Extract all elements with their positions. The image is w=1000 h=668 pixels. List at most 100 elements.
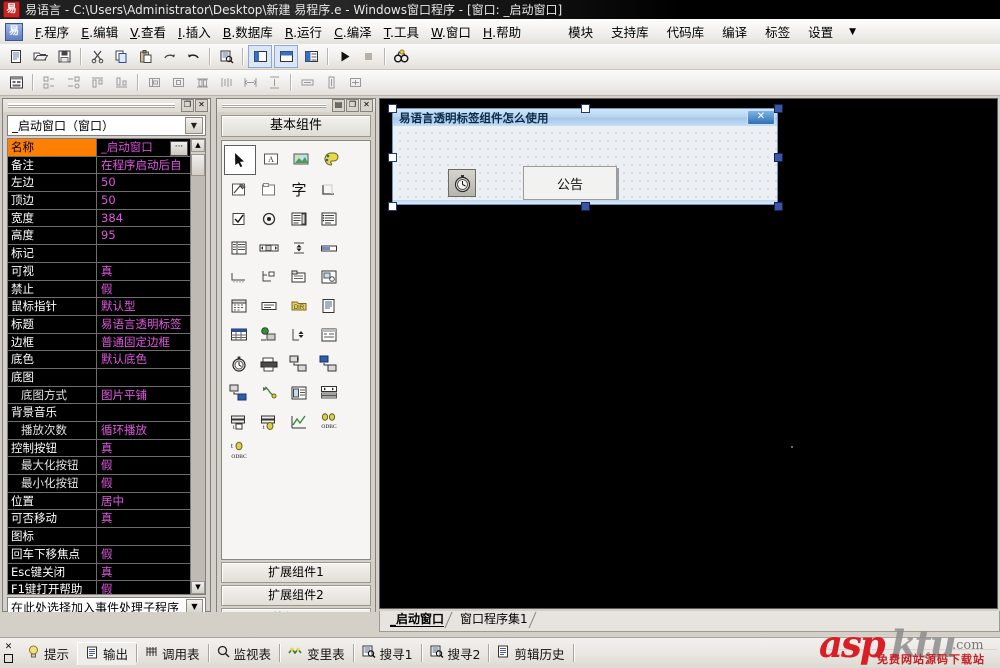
menu-bar-icon[interactable] [284, 321, 314, 349]
property-value[interactable] [97, 404, 190, 421]
property-value[interactable]: 真 [97, 440, 190, 457]
menu-item-tools[interactable]: T.工具 [378, 20, 425, 43]
property-row[interactable]: 顶边 50 [8, 192, 190, 210]
component-category-header[interactable]: 基本组件 [221, 115, 371, 137]
property-row[interactable]: F1键打开帮助假 [8, 581, 190, 594]
copy-icon[interactable] [110, 46, 132, 67]
tree-view-icon[interactable] [254, 263, 284, 291]
panel-grip[interactable] [8, 103, 175, 108]
maximize-icon[interactable]: ❐ [346, 99, 359, 112]
property-row[interactable]: 标记 [8, 245, 190, 263]
scrollbar-horizontal-icon[interactable] [254, 234, 284, 262]
selection-handle-se[interactable] [774, 202, 783, 211]
selection-handle-n[interactable] [581, 104, 590, 113]
property-value[interactable]: 384 [97, 210, 190, 227]
timer-component[interactable] [448, 169, 476, 197]
property-row[interactable]: 底色 默认底色 [8, 351, 190, 369]
restore-icon[interactable] [4, 654, 13, 663]
status-tab-clip-history[interactable]: 剪辑历史 [489, 642, 572, 664]
server-socket-icon[interactable] [314, 350, 344, 378]
property-row[interactable]: 标题 易语言透明标签 [8, 315, 190, 334]
layout-left-panel-icon[interactable] [248, 45, 272, 68]
undo-arrow-icon[interactable] [182, 46, 204, 67]
data-source-icon[interactable] [284, 379, 314, 407]
menu-item-compile[interactable]: C.编泽 [328, 20, 378, 43]
property-value[interactable]: 50 [97, 174, 190, 191]
property-value[interactable]: 假 [97, 581, 190, 594]
picture-frame-icon[interactable] [314, 263, 344, 291]
client-socket-icon[interactable] [284, 350, 314, 378]
new-file-icon[interactable] [5, 46, 27, 67]
list-view-icon[interactable] [224, 234, 254, 262]
property-value[interactable]: 真 [97, 510, 190, 527]
same-width-icon[interactable] [296, 72, 318, 93]
property-value[interactable]: 居中 [97, 493, 190, 510]
internet-transfer-icon[interactable] [254, 321, 284, 349]
property-editor-button[interactable]: ··· [170, 140, 188, 156]
property-row[interactable]: 最大化按钮假 [8, 457, 190, 476]
database-table-icon[interactable]: t [224, 408, 254, 436]
calendar-icon[interactable] [224, 292, 254, 320]
chevron-down-icon[interactable]: ▼ [185, 117, 203, 134]
rich-text-icon[interactable] [314, 292, 344, 320]
property-row[interactable]: 播放次数 循环播放 [8, 422, 190, 440]
panel-grip[interactable] [222, 103, 326, 108]
status-tab-find-1[interactable]: 搜寻1 [354, 642, 421, 664]
slider-track-icon[interactable] [224, 263, 254, 291]
selection-handle-w[interactable] [388, 153, 397, 162]
category-extended-1[interactable]: 扩展组件1 [221, 562, 371, 583]
property-row[interactable]: 回车下移焦点假 [8, 545, 190, 564]
menu-item-code-lib[interactable]: 代码库 [658, 20, 714, 43]
button-icon[interactable] [314, 176, 344, 204]
find-in-page-icon[interactable] [215, 46, 237, 67]
object-selector-combo[interactable]: _启动窗口（窗口） ▼ [7, 115, 206, 136]
save-disk-icon[interactable] [53, 46, 75, 67]
scrollbar-track[interactable] [191, 176, 205, 581]
property-row[interactable]: 底图 [8, 368, 190, 387]
redo-arrow-icon[interactable] [158, 46, 180, 67]
property-row[interactable]: 宽度 384 [8, 209, 190, 228]
edit-box-icon[interactable] [254, 292, 284, 320]
property-grid-scrollbar[interactable]: ▲ ▼ [190, 139, 205, 594]
status-tab-find-2[interactable]: 搜寻2 [422, 642, 489, 664]
design-form[interactable]: 易语言透明标签组件怎么使用 ✕ 公告 [392, 108, 778, 205]
menu-item-module[interactable]: 模块 [559, 20, 602, 43]
design-form-client-area[interactable]: 公告 [393, 126, 777, 200]
design-canvas[interactable]: 易语言透明标签组件怎么使用 ✕ 公告 [379, 98, 998, 609]
form-designer-icon[interactable] [5, 72, 27, 93]
property-value[interactable]: 普通固定边框 [97, 334, 190, 351]
menu-item-tag[interactable]: 标签 [756, 20, 799, 43]
property-row[interactable]: 高度 95 [8, 227, 190, 246]
menu-item-run[interactable]: R.运行 [279, 20, 328, 43]
menu-item-insert[interactable]: I.插入 [172, 20, 217, 43]
spin-updown-icon[interactable] [284, 234, 314, 262]
selection-handle-sw[interactable] [388, 202, 397, 211]
menu-item-compile-btn[interactable]: 编译 [713, 20, 756, 43]
selection-handle-e[interactable] [774, 153, 783, 162]
pointer-arrow-icon[interactable] [224, 145, 256, 175]
selection-handle-s[interactable] [581, 202, 590, 211]
property-value[interactable]: 在程序启动后自 [97, 157, 190, 174]
label-component[interactable]: 公告 [523, 166, 617, 200]
property-value[interactable]: 假 [97, 457, 190, 474]
odbc-icon[interactable]: ODBC [314, 408, 344, 436]
property-value[interactable]: 默认底色 [97, 351, 190, 368]
status-tab-watch-table[interactable]: 监视表 [209, 642, 280, 664]
align-distribute-icon[interactable] [215, 72, 237, 93]
media-player-icon[interactable] [314, 379, 344, 407]
scroll-up-icon[interactable]: ▲ [191, 139, 205, 152]
tab-order-icon[interactable] [38, 72, 60, 93]
property-row[interactable]: 图标 [8, 528, 190, 546]
property-value[interactable]: 真 [97, 263, 190, 280]
close-icon[interactable]: ✕ [747, 110, 775, 125]
grid-table-icon[interactable] [224, 321, 254, 349]
paste-icon[interactable] [134, 46, 156, 67]
selection-handle-ne[interactable] [774, 104, 783, 113]
status-tab-call-table[interactable]: 调用表 [137, 642, 208, 664]
draw-box-icon[interactable] [224, 176, 254, 204]
odbc-record-icon[interactable]: t ODBC [224, 437, 254, 465]
run-play-icon[interactable] [333, 46, 355, 67]
property-row[interactable]: 名称 _启动窗口 ··· [8, 139, 190, 157]
progress-bar-icon[interactable] [314, 234, 344, 262]
list-box-icon[interactable] [314, 205, 344, 233]
